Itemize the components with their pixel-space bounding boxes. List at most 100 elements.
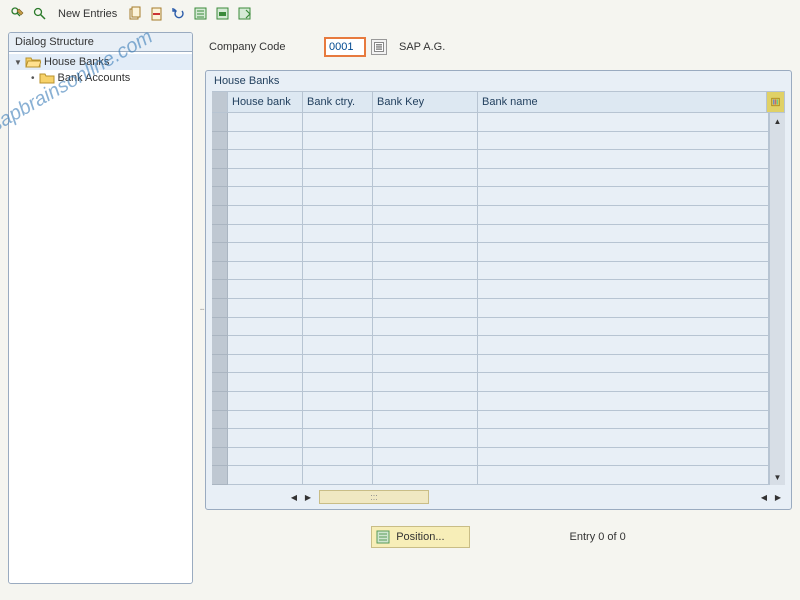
cell-bank-ctry[interactable] xyxy=(303,113,373,132)
cell-bank-ctry[interactable] xyxy=(303,243,373,262)
cell-bank-name[interactable] xyxy=(478,262,769,281)
cell-bank-ctry[interactable] xyxy=(303,448,373,467)
undo-icon[interactable] xyxy=(171,6,187,22)
cell-bank-key[interactable] xyxy=(373,206,478,225)
cell-bank-key[interactable] xyxy=(373,243,478,262)
row-selector[interactable] xyxy=(212,336,228,355)
cell-bank-ctry[interactable] xyxy=(303,411,373,430)
cell-bank-ctry[interactable] xyxy=(303,262,373,281)
cell-bank-key[interactable] xyxy=(373,355,478,374)
scroll-first-icon[interactable]: ◀ xyxy=(287,490,301,504)
cell-bank-key[interactable] xyxy=(373,318,478,337)
cell-bank-name[interactable] xyxy=(478,448,769,467)
cell-bank-key[interactable] xyxy=(373,392,478,411)
cell-bank-ctry[interactable] xyxy=(303,206,373,225)
table-row[interactable] xyxy=(212,392,769,411)
cell-house-bank[interactable] xyxy=(228,299,303,318)
cell-bank-ctry[interactable] xyxy=(303,299,373,318)
cell-bank-name[interactable] xyxy=(478,113,769,132)
table-row[interactable] xyxy=(212,429,769,448)
scroll-last-icon[interactable]: ▶ xyxy=(771,490,785,504)
cell-bank-key[interactable] xyxy=(373,132,478,151)
cell-bank-ctry[interactable] xyxy=(303,280,373,299)
cell-bank-name[interactable] xyxy=(478,150,769,169)
vertical-scrollbar[interactable]: ▲ ▼ xyxy=(769,113,785,485)
new-entries-button[interactable]: New Entries xyxy=(54,8,121,20)
cell-bank-name[interactable] xyxy=(478,373,769,392)
row-selector[interactable] xyxy=(212,318,228,337)
cell-bank-key[interactable] xyxy=(373,150,478,169)
column-house-bank[interactable]: House bank xyxy=(228,91,303,113)
company-code-input[interactable] xyxy=(325,38,365,56)
cell-bank-ctry[interactable] xyxy=(303,150,373,169)
table-row[interactable] xyxy=(212,280,769,299)
cell-house-bank[interactable] xyxy=(228,336,303,355)
table-row[interactable] xyxy=(212,411,769,430)
cell-bank-ctry[interactable] xyxy=(303,132,373,151)
row-selector[interactable] xyxy=(212,132,228,151)
cell-house-bank[interactable] xyxy=(228,113,303,132)
row-selector[interactable] xyxy=(212,373,228,392)
cell-bank-name[interactable] xyxy=(478,243,769,262)
cell-bank-ctry[interactable] xyxy=(303,225,373,244)
cell-bank-key[interactable] xyxy=(373,336,478,355)
cell-bank-key[interactable] xyxy=(373,466,478,485)
table-row[interactable] xyxy=(212,169,769,188)
cell-bank-ctry[interactable] xyxy=(303,336,373,355)
cell-house-bank[interactable] xyxy=(228,318,303,337)
cell-house-bank[interactable] xyxy=(228,392,303,411)
row-selector[interactable] xyxy=(212,187,228,206)
row-selector[interactable] xyxy=(212,411,228,430)
cell-bank-name[interactable] xyxy=(478,132,769,151)
cell-house-bank[interactable] xyxy=(228,150,303,169)
table-row[interactable] xyxy=(212,373,769,392)
row-selector[interactable] xyxy=(212,243,228,262)
row-selector[interactable] xyxy=(212,113,228,132)
position-button[interactable]: Position... xyxy=(371,526,469,548)
select-block-icon[interactable] xyxy=(215,6,231,22)
cell-bank-ctry[interactable] xyxy=(303,392,373,411)
cell-house-bank[interactable] xyxy=(228,187,303,206)
cell-bank-ctry[interactable] xyxy=(303,373,373,392)
cell-bank-name[interactable] xyxy=(478,392,769,411)
row-selector[interactable] xyxy=(212,280,228,299)
row-selector[interactable] xyxy=(212,466,228,485)
cell-house-bank[interactable] xyxy=(228,280,303,299)
scroll-right-icon[interactable]: ◀ xyxy=(757,490,771,504)
cell-bank-name[interactable] xyxy=(478,225,769,244)
cell-bank-ctry[interactable] xyxy=(303,466,373,485)
cell-bank-key[interactable] xyxy=(373,262,478,281)
cell-bank-name[interactable] xyxy=(478,299,769,318)
table-row[interactable] xyxy=(212,448,769,467)
delete-icon[interactable] xyxy=(149,6,165,22)
row-selector[interactable] xyxy=(212,355,228,374)
cell-bank-ctry[interactable] xyxy=(303,429,373,448)
cell-bank-key[interactable] xyxy=(373,169,478,188)
cell-house-bank[interactable] xyxy=(228,448,303,467)
row-selector[interactable] xyxy=(212,392,228,411)
cell-house-bank[interactable] xyxy=(228,262,303,281)
cell-bank-name[interactable] xyxy=(478,429,769,448)
row-selector-header[interactable] xyxy=(212,91,228,113)
cell-house-bank[interactable] xyxy=(228,225,303,244)
table-row[interactable] xyxy=(212,299,769,318)
cell-bank-name[interactable] xyxy=(478,466,769,485)
cell-bank-name[interactable] xyxy=(478,336,769,355)
row-selector[interactable] xyxy=(212,150,228,169)
column-bank-ctry[interactable]: Bank ctry. xyxy=(303,91,373,113)
table-row[interactable] xyxy=(212,355,769,374)
row-selector[interactable] xyxy=(212,225,228,244)
tree-item-bank-accounts[interactable]: • Bank Accounts xyxy=(9,70,192,86)
cell-house-bank[interactable] xyxy=(228,466,303,485)
copy-icon[interactable] xyxy=(127,6,143,22)
table-row[interactable] xyxy=(212,150,769,169)
row-selector[interactable] xyxy=(212,206,228,225)
cell-bank-ctry[interactable] xyxy=(303,187,373,206)
column-bank-name[interactable]: Bank name xyxy=(478,91,767,113)
table-row[interactable] xyxy=(212,132,769,151)
cell-house-bank[interactable] xyxy=(228,206,303,225)
table-row[interactable] xyxy=(212,466,769,485)
row-selector[interactable] xyxy=(212,299,228,318)
cell-house-bank[interactable] xyxy=(228,169,303,188)
scroll-up-icon[interactable]: ▲ xyxy=(770,113,785,129)
